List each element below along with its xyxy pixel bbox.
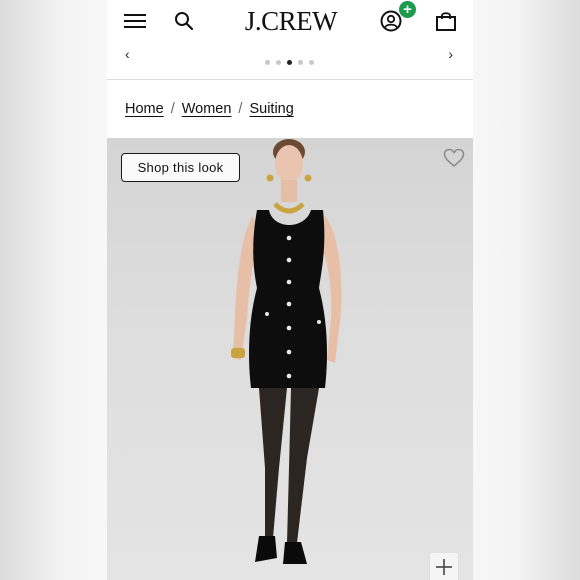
- site-header: J.CREW +: [107, 0, 473, 46]
- breadcrumb-suiting[interactable]: Suiting: [249, 101, 293, 117]
- shop-this-look-button[interactable]: Shop this look: [121, 153, 240, 182]
- carousel-dot[interactable]: [309, 60, 314, 65]
- account-badge: +: [399, 1, 416, 18]
- mobile-page: J.CREW + ‹ › Home / Women / Suiting Shop…: [107, 0, 473, 580]
- carousel-dots: [265, 60, 314, 65]
- carousel-next-button[interactable]: ›: [448, 46, 453, 62]
- carousel-dot[interactable]: [265, 60, 270, 65]
- zoom-plus-icon[interactable]: [429, 552, 459, 580]
- heart-icon[interactable]: [443, 148, 465, 168]
- shopping-bag-icon[interactable]: [434, 8, 458, 34]
- search-icon[interactable]: [173, 8, 195, 34]
- breadcrumb-women[interactable]: Women: [182, 101, 232, 117]
- carousel-dot-active[interactable]: [287, 60, 292, 65]
- brand-logo[interactable]: J.CREW: [235, 6, 347, 36]
- carousel-prev-button[interactable]: ‹: [125, 46, 130, 62]
- promo-carousel: ‹ ›: [107, 46, 473, 80]
- model-photo: [231, 139, 342, 564]
- menu-icon[interactable]: [123, 8, 147, 34]
- carousel-dot[interactable]: [276, 60, 281, 65]
- breadcrumb-separator: /: [170, 101, 175, 117]
- carousel-dot[interactable]: [298, 60, 303, 65]
- breadcrumb-separator: /: [238, 101, 243, 117]
- product-image[interactable]: Shop this look: [107, 138, 473, 580]
- breadcrumb-home[interactable]: Home: [125, 101, 164, 117]
- breadcrumb: Home / Women / Suiting: [125, 101, 294, 117]
